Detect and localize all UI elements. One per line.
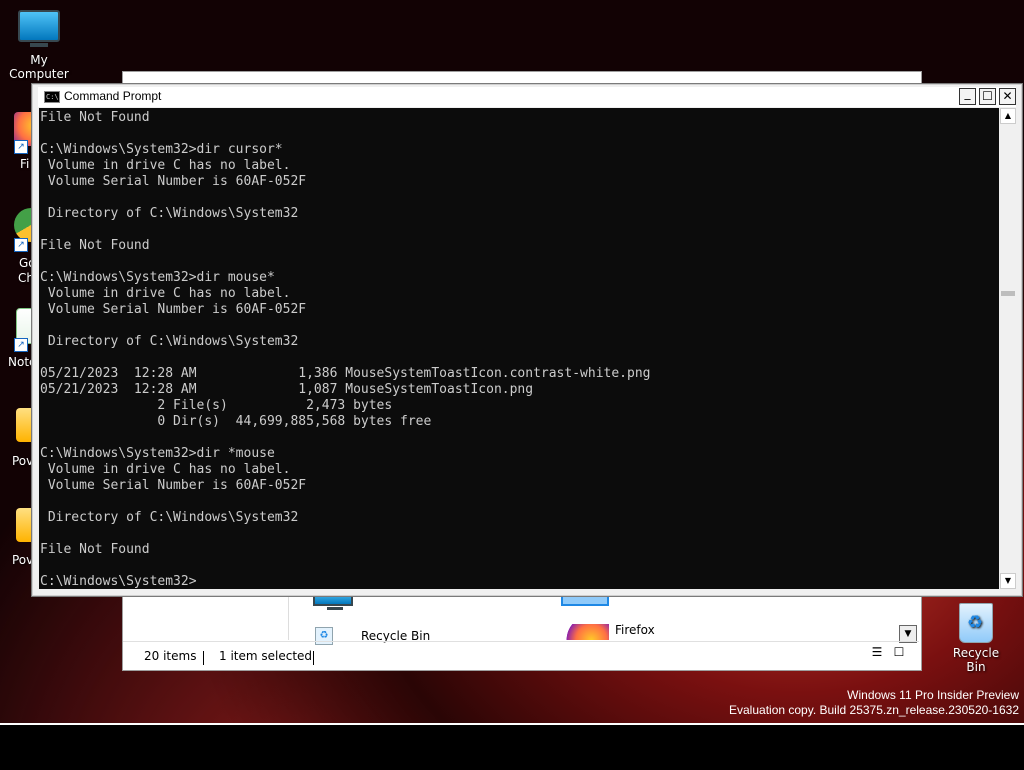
cmd-icon: C:\ — [44, 91, 60, 103]
selection-count: 1 item selected — [219, 649, 313, 663]
watermark-edition: Windows 11 Pro Insider Preview — [847, 688, 1019, 702]
details-view-button[interactable]: ☰ — [870, 645, 884, 659]
scroll-thumb[interactable] — [1001, 291, 1015, 296]
status-separator — [203, 651, 204, 665]
shortcut-arrow-icon: ↗ — [14, 238, 28, 252]
minimize-button[interactable]: _ — [959, 87, 976, 105]
scroll-down-arrow[interactable]: ▼ — [1000, 573, 1016, 589]
desktop-icon-my-computer[interactable]: My Computer — [0, 10, 78, 81]
command-prompt-window[interactable]: C:\ Command Prompt _ ☐ ✕ File Not Found … — [31, 83, 1023, 597]
windows-watermark: Windows 11 Pro Insider Preview Evaluatio… — [729, 688, 1019, 718]
close-button[interactable]: ✕ — [999, 88, 1016, 105]
status-bar: 20 items 1 item selected — [123, 641, 919, 670]
recycle-bin-icon — [959, 603, 993, 643]
desktop-icon-label: Fi — [20, 157, 30, 171]
desktop-icon-label: My Computer — [9, 53, 69, 81]
firefox-icon — [565, 624, 609, 640]
console-output-area[interactable]: File Not Found C:\Windows\System32>dir c… — [39, 108, 999, 589]
explorer-item-firefox[interactable]: Firefox — [563, 620, 703, 642]
maximize-button[interactable]: ☐ — [979, 88, 996, 105]
item-count: 20 items — [144, 649, 197, 663]
title-bar[interactable]: C:\ Command Prompt _ ☐ ✕ — [38, 87, 1016, 107]
monitor-icon — [18, 10, 60, 50]
desktop-icon-label: Recycle Bin — [952, 646, 1000, 674]
watermark-build: Evaluation copy. Build 25375.zn_release.… — [729, 703, 1019, 717]
vertical-scrollbar[interactable]: ▲ ▼ — [1000, 108, 1016, 589]
shortcut-arrow-icon: ↗ — [14, 140, 28, 154]
scroll-up-arrow[interactable]: ▲ — [1000, 108, 1016, 124]
console-text: File Not Found C:\Windows\System32>dir c… — [40, 110, 651, 589]
window-title: Command Prompt — [64, 89, 162, 103]
large-icons-view-button[interactable]: ☐ — [892, 645, 906, 659]
status-separator — [313, 651, 314, 665]
shortcut-arrow-icon: ↗ — [14, 338, 28, 352]
explorer-item-label: Firefox — [615, 623, 655, 637]
taskbar[interactable] — [0, 723, 1024, 770]
nav-pane-divider — [288, 592, 289, 640]
desktop-icon-recycle-bin[interactable]: Recycle Bin — [942, 603, 1010, 674]
